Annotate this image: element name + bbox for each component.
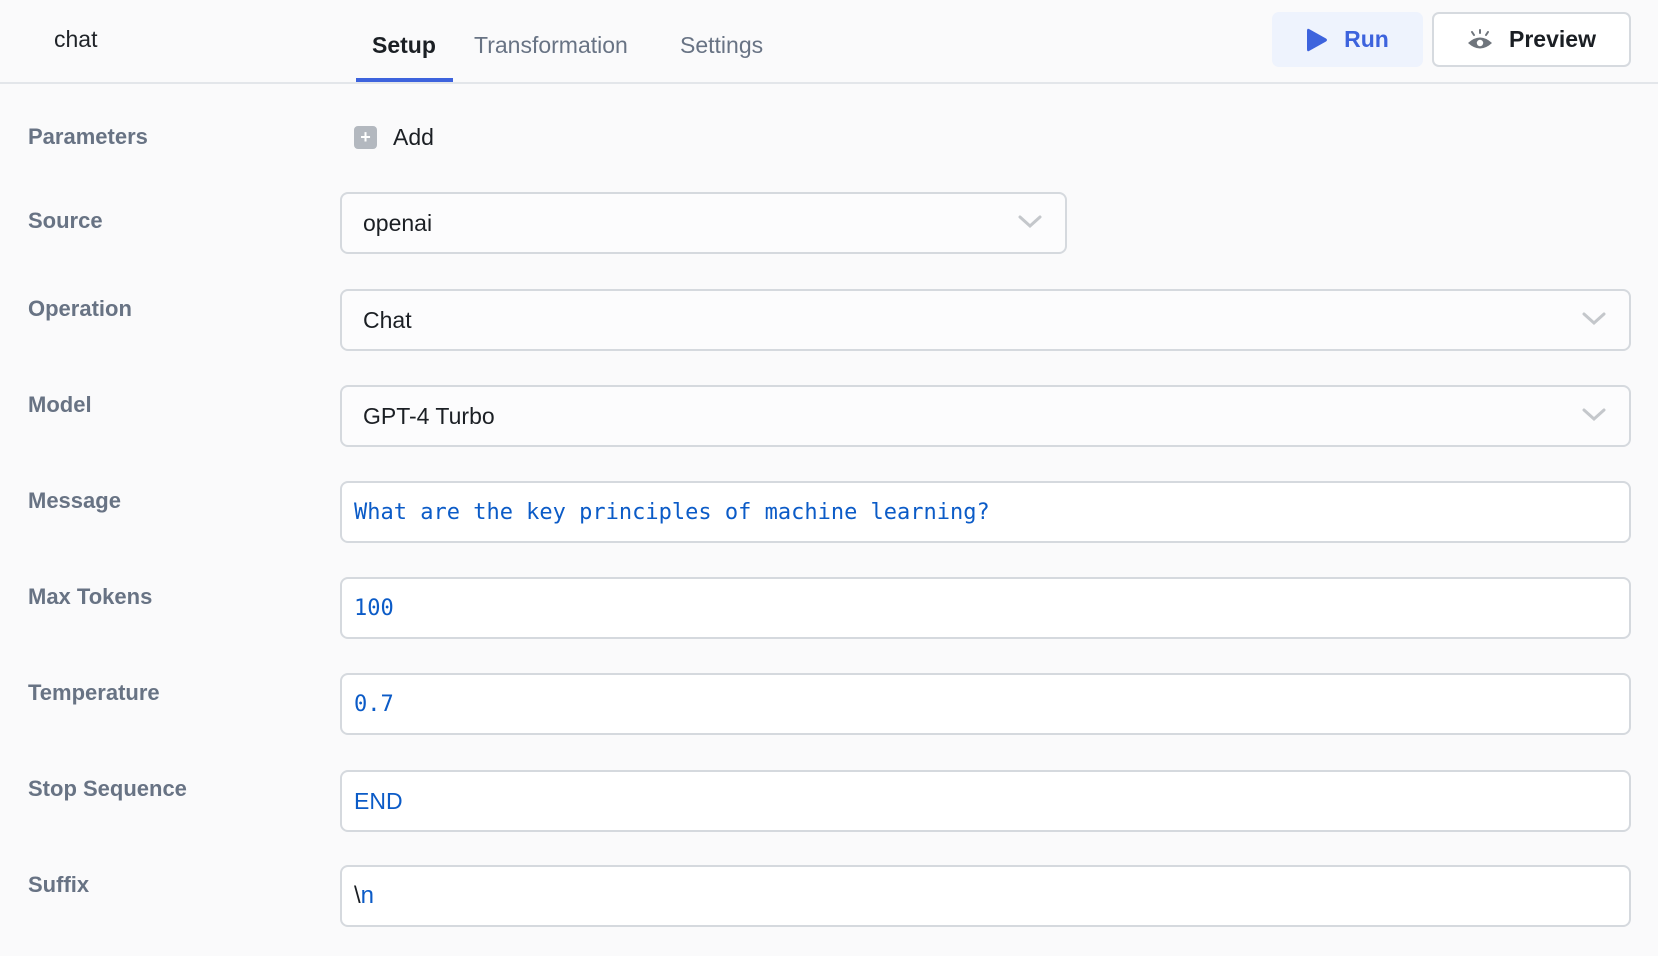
message-label: Message [28, 488, 121, 513]
source-label: Source [28, 208, 103, 233]
suffix-label: Suffix [28, 872, 90, 897]
add-label: Add [393, 124, 434, 150]
suffix-escape-char: \ [354, 882, 361, 909]
message-value: What are the key principles of machine l… [354, 499, 990, 525]
suffix-value: n [360, 882, 375, 909]
preview-label: Preview [1509, 26, 1596, 52]
stop-sequence-input[interactable]: END [340, 770, 1631, 832]
temperature-input[interactable]: 0.7 [340, 673, 1631, 735]
suffix-input[interactable]: \ n [340, 865, 1631, 927]
stop-sequence-value: END [354, 787, 403, 814]
temperature-label: Temperature [28, 680, 160, 705]
eye-icon [1468, 28, 1493, 48]
header-bar: chat Setup Transformation Settings Run P… [0, 0, 1658, 84]
model-value: GPT-4 Turbo [363, 402, 495, 429]
tab-settings[interactable]: Settings [680, 32, 763, 59]
play-icon [1307, 28, 1328, 51]
preview-button[interactable]: Preview [1432, 12, 1631, 67]
chevron-down-icon [1582, 408, 1606, 422]
max-tokens-label: Max Tokens [28, 584, 153, 609]
tab-transformation[interactable]: Transformation [474, 32, 628, 59]
max-tokens-value: 100 [354, 595, 394, 621]
model-select[interactable]: GPT-4 Turbo [340, 385, 1631, 447]
add-parameter-button[interactable]: + Add [354, 124, 434, 151]
run-button[interactable]: Run [1272, 12, 1423, 67]
active-tab-indicator [356, 78, 453, 82]
parameters-label: Parameters [28, 124, 148, 149]
temperature-value: 0.7 [354, 691, 394, 717]
max-tokens-input[interactable]: 100 [340, 577, 1631, 639]
message-input[interactable]: What are the key principles of machine l… [340, 481, 1631, 543]
operation-select[interactable]: Chat [340, 289, 1631, 351]
source-value: openai [363, 209, 433, 236]
operation-value: Chat [363, 306, 412, 333]
plus-icon: + [354, 126, 377, 149]
chevron-down-icon [1018, 215, 1042, 229]
source-select[interactable]: openai [340, 192, 1067, 254]
model-label: Model [28, 392, 92, 417]
tab-setup[interactable]: Setup [372, 32, 436, 59]
stop-sequence-label: Stop Sequence [28, 776, 187, 801]
query-title: chat [54, 26, 98, 52]
run-label: Run [1344, 26, 1389, 52]
operation-label: Operation [28, 296, 132, 321]
chevron-down-icon [1582, 312, 1606, 326]
